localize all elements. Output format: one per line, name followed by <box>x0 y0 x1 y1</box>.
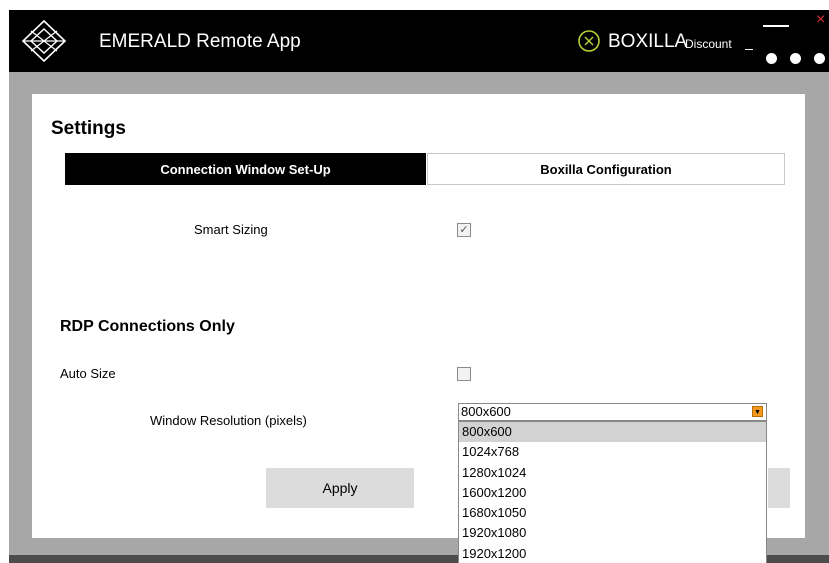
smart-sizing-label: Smart Sizing <box>194 222 268 237</box>
resolution-option[interactable]: 1920x1080 <box>459 523 766 543</box>
window-resolution-select[interactable]: 800x600 ▼ <box>458 403 767 421</box>
resolution-option[interactable]: 1600x1200 <box>459 483 766 503</box>
page-title: Settings <box>51 118 126 139</box>
secondary-button[interactable] <box>768 468 790 508</box>
resolution-option[interactable]: 1680x1050 <box>459 503 766 523</box>
apply-button[interactable]: Apply <box>266 468 414 508</box>
close-icon[interactable]: × <box>816 12 825 28</box>
auto-size-checkbox[interactable] <box>457 367 471 381</box>
discount-underline <box>745 49 753 50</box>
resolution-dropdown-list: 800x600 1024x768 1280x1024 1600x1200 168… <box>458 421 767 563</box>
smart-sizing-checkbox[interactable]: ✓ <box>457 223 471 237</box>
discount-label: Discount <box>685 37 732 51</box>
selected-resolution-value: 800x600 <box>461 404 511 419</box>
resolution-option[interactable]: 1280x1024 <box>459 463 766 483</box>
diamond-logo-icon <box>21 19 67 63</box>
rdp-section-title: RDP Connections Only <box>60 318 235 335</box>
minimize-icon[interactable] <box>763 25 789 27</box>
dropdown-arrow-icon[interactable]: ▼ <box>752 406 763 417</box>
resolution-option[interactable]: 800x600 <box>459 422 766 443</box>
tab-connection-window-setup[interactable]: Connection Window Set-Up <box>65 153 426 185</box>
app-title: EMERALD Remote App <box>99 31 301 52</box>
tab-boxilla-configuration[interactable]: Boxilla Configuration <box>427 153 785 185</box>
more-dots-icon[interactable] <box>790 53 801 64</box>
boxilla-brand-label: BOXILLA <box>608 31 688 52</box>
more-dots-icon[interactable] <box>814 53 825 64</box>
auto-size-label: Auto Size <box>60 366 116 381</box>
title-bar: EMERALD Remote App BOXILLA Discount × <box>9 10 829 72</box>
resolution-option[interactable]: 1920x1200 <box>459 544 766 563</box>
more-dots-icon[interactable] <box>766 53 777 64</box>
boxilla-x-icon <box>578 30 600 52</box>
window-resolution-label: Window Resolution (pixels) <box>150 413 307 428</box>
resolution-option[interactable]: 1024x768 <box>459 442 766 462</box>
